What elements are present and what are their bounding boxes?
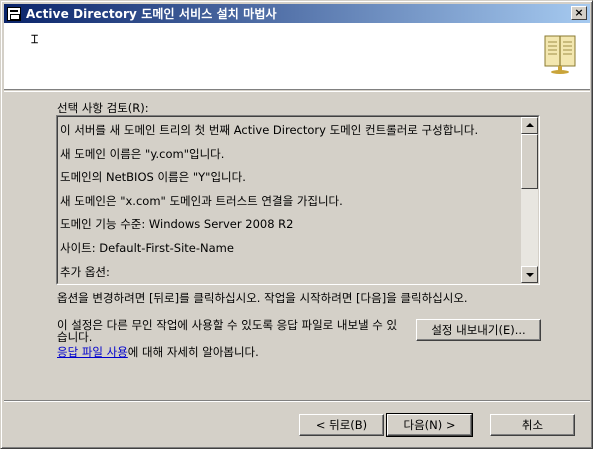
window-title: Active Directory 도메인 서비스 설치 마법사 [26,7,277,21]
summary-line: 이 서버를 새 도메인 트리의 첫 번째 Active Directory 도메… [60,123,479,137]
summary-line: 새 도메인 이름은 "y.com"입니다. [60,146,225,161]
summary-line: 추가 옵션: [60,264,110,279]
app-icon [7,6,21,21]
summary-line: 도메인 기능 수준: Windows Server 2008 R2 [60,217,294,232]
arrow-down-icon [526,273,534,277]
summary-line: 새 도메인은 "x.com" 도메인과 트러스트 연결을 가집니다. [60,193,343,208]
summary-textbox[interactable]: 이 서버를 새 도메인 트리의 첫 번째 Active Directory 도메… [56,115,540,285]
header-divider [4,91,590,92]
help-line: 응답 파일 사용에 대해 자세히 알아봅니다. [57,344,259,360]
summary-line: 도메인의 NetBIOS 이름은 "Y"입니다. [60,170,246,185]
instruction-text: 옵션을 변경하려면 [뒤로]를 클릭하십시오. 작업을 시작하려면 [다음]을 … [57,291,468,305]
book-icon [544,35,576,74]
back-button[interactable]: < 뒤로(B) [299,414,384,436]
scroll-thumb[interactable] [521,134,538,189]
export-settings-button[interactable]: 설정 내보내기(E)... [416,319,541,341]
footer-divider-highlight [4,401,590,402]
close-button[interactable]: × [571,6,587,20]
wizard-window: Active Directory 도메인 서비스 설치 마법사 × ⌶ 선택 사… [0,0,593,449]
wizard-header: ⌶ [4,23,590,90]
scroll-down-button[interactable] [521,266,538,283]
arrow-up-icon [526,123,534,127]
summary-line: 사이트: Default-First-Site-Name [60,240,234,255]
next-button[interactable]: 다음(N) > [386,413,473,437]
summary-content[interactable]: 이 서버를 새 도메인 트리의 첫 번째 Active Directory 도메… [60,119,520,284]
export-description: 이 설정은 다른 무인 작업에 사용할 수 있도록 응답 파일로 내보낼 수 있… [57,318,398,344]
text-cursor-icon: ⌶ [31,32,39,46]
review-label: 선택 사항 검토(R): [57,101,149,115]
help-suffix: 에 대해 자세히 알아봅니다. [127,345,259,359]
answer-file-help-link[interactable]: 응답 파일 사용 [57,345,128,359]
cancel-button[interactable]: 취소 [490,414,575,436]
title-bar[interactable]: Active Directory 도메인 서비스 설치 마법사 × [4,4,590,23]
scroll-up-button[interactable] [521,117,538,134]
vertical-scrollbar[interactable] [521,117,538,283]
